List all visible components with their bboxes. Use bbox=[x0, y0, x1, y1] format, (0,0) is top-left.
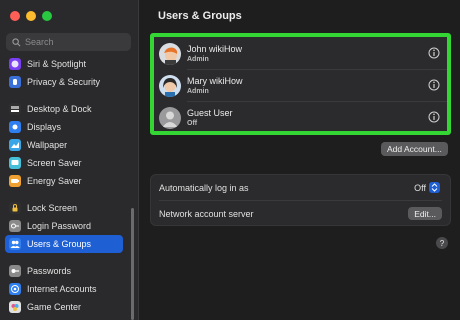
hand-icon bbox=[9, 76, 21, 88]
avatar bbox=[159, 42, 181, 65]
lock-icon bbox=[9, 202, 21, 214]
close-window-button[interactable] bbox=[10, 11, 20, 21]
minimize-window-button[interactable] bbox=[26, 11, 36, 21]
sidebar-item-energy-saver[interactable]: Energy Saver bbox=[5, 172, 123, 190]
sidebar-item-label: Desktop & Dock bbox=[27, 104, 92, 114]
dock-icon bbox=[9, 103, 21, 115]
auto-login-popup[interactable]: Off bbox=[414, 182, 440, 193]
sidebar-item-wallpaper[interactable]: Wallpaper bbox=[5, 136, 123, 154]
search-field[interactable] bbox=[6, 33, 131, 51]
info-icon[interactable] bbox=[428, 79, 440, 91]
sidebar-item-users-groups[interactable]: Users & Groups bbox=[5, 235, 123, 253]
user-name: Guest User bbox=[187, 108, 233, 118]
network-server-label: Network account server bbox=[159, 208, 254, 219]
user-name: Mary wikiHow bbox=[187, 76, 243, 86]
sidebar-item-label: Users & Groups bbox=[27, 239, 92, 249]
sidebar-item-label: Screen Saver bbox=[27, 158, 82, 168]
guest-avatar bbox=[159, 106, 181, 129]
info-icon[interactable] bbox=[428, 47, 440, 59]
battery-icon bbox=[9, 175, 21, 187]
user-role: Admin bbox=[187, 88, 209, 95]
sidebar-item-privacy-security[interactable]: Privacy & Security bbox=[5, 73, 123, 91]
game-center-icon bbox=[9, 301, 21, 313]
passwords-icon bbox=[9, 265, 21, 277]
avatar bbox=[159, 74, 181, 97]
sidebar-item-internet-accounts[interactable]: Internet Accounts bbox=[5, 280, 123, 298]
info-icon[interactable] bbox=[428, 111, 440, 123]
add-account-button[interactable]: Add Account... bbox=[381, 142, 448, 156]
sidebar-item-label: Passwords bbox=[27, 266, 72, 276]
sidebar-item-label: Login Password bbox=[27, 221, 92, 231]
sidebar-item-siri-spotlight[interactable]: Siri & Spotlight bbox=[5, 55, 123, 73]
auto-login-value: Off bbox=[414, 182, 426, 193]
user-role: Admin bbox=[187, 56, 209, 63]
help-button[interactable]: ? bbox=[436, 237, 448, 249]
window-controls bbox=[10, 11, 52, 21]
sidebar-item-label: Privacy & Security bbox=[27, 77, 101, 87]
wallpaper-icon bbox=[9, 139, 21, 151]
network-server-row: Network account server Edit... bbox=[151, 201, 450, 226]
page-title: Users & Groups bbox=[158, 10, 242, 22]
user-row[interactable]: Mary wikiHow Admin bbox=[154, 70, 447, 101]
login-settings-panel: Automatically log in as Off Network acco… bbox=[150, 174, 451, 226]
sidebar-item-label: Internet Accounts bbox=[27, 284, 97, 294]
siri-icon bbox=[9, 58, 21, 70]
user-row[interactable]: Guest User Off bbox=[154, 102, 447, 133]
sidebar-item-game-center[interactable]: Game Center bbox=[5, 298, 123, 316]
users-icon bbox=[9, 238, 21, 250]
sidebar-item-passwords[interactable]: Passwords bbox=[5, 262, 123, 280]
key-icon bbox=[9, 220, 21, 232]
auto-login-row: Automatically log in as Off bbox=[151, 175, 450, 200]
sidebar-item-displays[interactable]: Displays bbox=[5, 118, 123, 136]
sidebar-item-label: Wallpaper bbox=[27, 140, 68, 150]
search-icon bbox=[12, 37, 21, 46]
sidebar-item-label: Lock Screen bbox=[27, 203, 78, 213]
search-input[interactable] bbox=[25, 37, 125, 47]
sidebar-item-label: Siri & Spotlight bbox=[27, 59, 87, 69]
user-row[interactable]: John wikiHow Admin bbox=[154, 38, 447, 69]
at-icon bbox=[9, 283, 21, 295]
zoom-window-button[interactable] bbox=[42, 11, 52, 21]
screensaver-icon bbox=[9, 157, 21, 169]
user-name: John wikiHow bbox=[187, 44, 243, 54]
sidebar: Siri & Spotlight Privacy & Security Deskto… bbox=[0, 0, 139, 320]
auto-login-label: Automatically log in as bbox=[159, 182, 249, 193]
sidebar-item-lock-screen[interactable]: Lock Screen bbox=[5, 199, 123, 217]
sidebar-item-desktop-dock[interactable]: Desktop & Dock bbox=[5, 100, 123, 118]
edit-button[interactable]: Edit... bbox=[408, 207, 442, 220]
sidebar-item-label: Energy Saver bbox=[27, 176, 82, 186]
sidebar-item-label: Game Center bbox=[27, 302, 82, 312]
sun-icon bbox=[9, 121, 21, 133]
users-list: John wikiHow Admin Mary wikiHow Admin Gu… bbox=[150, 33, 451, 135]
main-content: Users & Groups John wikiHow Admin Mary w… bbox=[140, 0, 460, 320]
sidebar-item-screen-saver[interactable]: Screen Saver bbox=[5, 154, 123, 172]
sidebar-item-label: Displays bbox=[27, 122, 62, 132]
chevron-up-down-icon bbox=[429, 182, 440, 193]
sidebar-scrollbar[interactable] bbox=[131, 208, 134, 320]
user-role: Off bbox=[187, 120, 198, 127]
sidebar-item-login-password[interactable]: Login Password bbox=[5, 217, 123, 235]
